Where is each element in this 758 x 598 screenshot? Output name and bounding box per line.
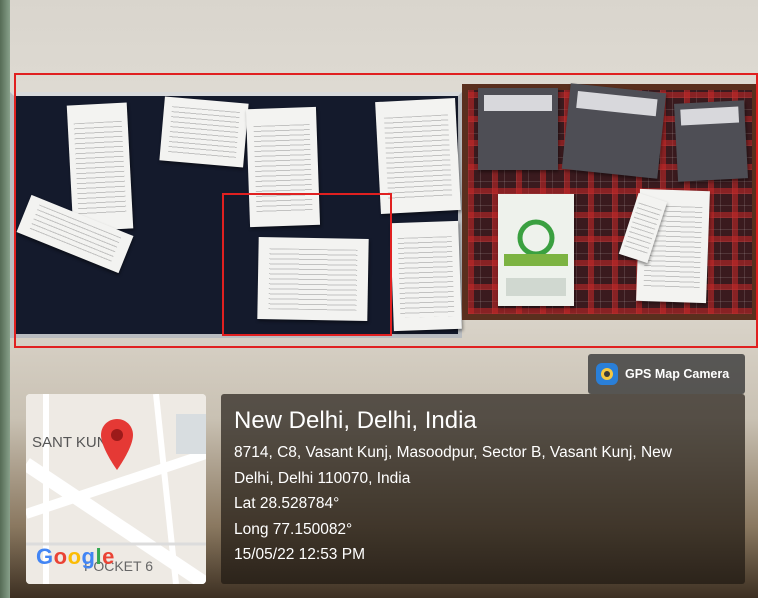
latitude: Lat 28.528784° xyxy=(234,495,340,512)
map-thumbnail: SANT KUN POCKET 6 Google xyxy=(26,394,206,584)
location-title: New Delhi, Delhi, India xyxy=(234,407,477,434)
camera-lens-icon xyxy=(596,363,618,385)
address-line-1: 8714, C8, Vasant Kunj, Masoodpur, Sector… xyxy=(234,444,672,461)
location-info-panel: New Delhi, Delhi, India 8714, C8, Vasant… xyxy=(221,394,745,584)
highlight-box-inner xyxy=(222,193,392,336)
timestamp: 15/05/22 12:53 PM xyxy=(234,546,365,563)
address-line-2: Delhi, Delhi 110070, India xyxy=(234,469,411,487)
wall-edge xyxy=(0,0,10,598)
google-logo: Google xyxy=(36,544,115,569)
map-street-label: SANT KUN xyxy=(32,434,108,451)
gps-camera-badge: GPS Map Camera xyxy=(588,354,745,394)
gps-badge-label: GPS Map Camera xyxy=(625,367,730,381)
location-pin-icon xyxy=(101,419,133,470)
longitude: Long 77.150082° xyxy=(234,520,353,538)
